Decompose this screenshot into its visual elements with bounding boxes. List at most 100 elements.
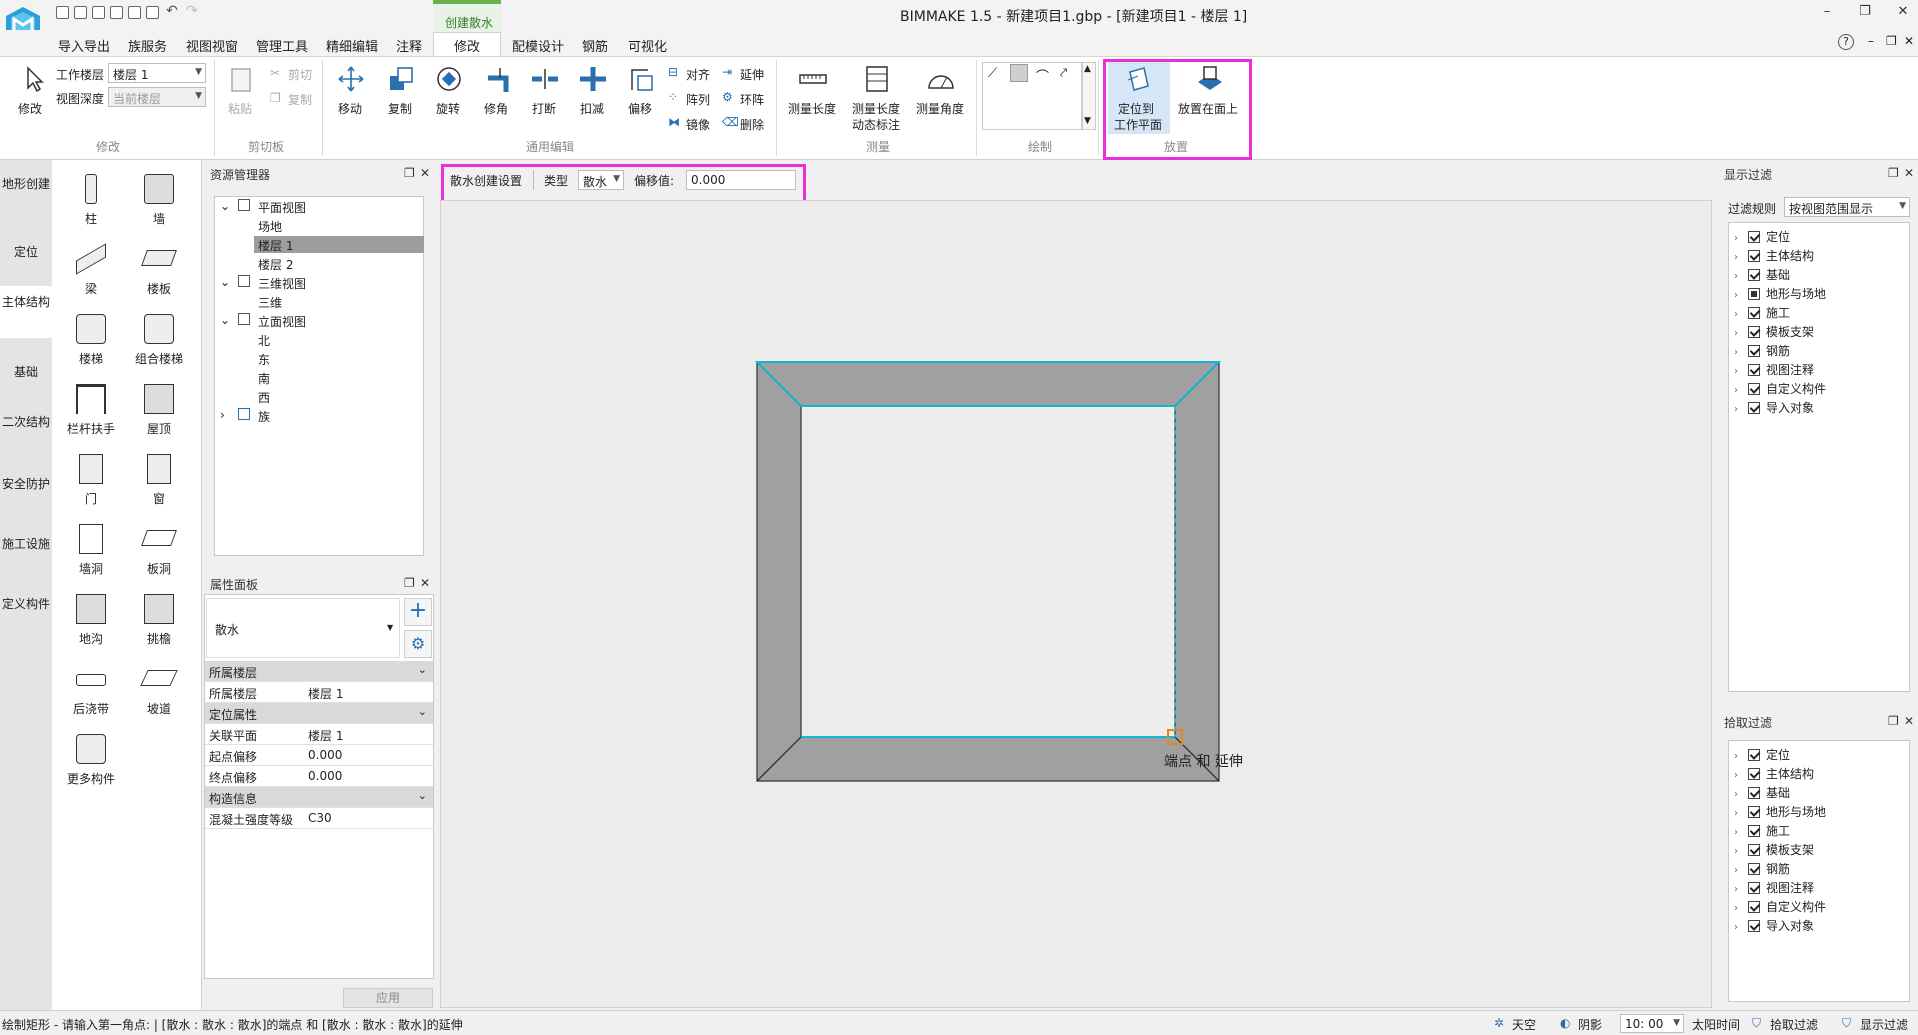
measure-angle-label[interactable]: 测量角度	[916, 100, 964, 117]
prop-row-end-offset[interactable]: 终点偏移 0.000	[205, 766, 433, 787]
pick-filter-toggle[interactable]: 拾取过滤	[1770, 1016, 1818, 1033]
trim-corner-icon[interactable]	[482, 64, 512, 94]
tab-custom-components[interactable]: 定义构件	[0, 594, 52, 638]
palette-wall[interactable]: 墙	[124, 174, 194, 227]
tab-secondary-structure[interactable]: 二次结构	[0, 412, 52, 456]
tree-node-family[interactable]: 族	[258, 408, 270, 425]
checkbox-icon[interactable]	[1748, 250, 1760, 262]
checkbox-icon[interactable]	[1748, 863, 1760, 875]
save-icon[interactable]	[92, 6, 105, 19]
tree-toggle-icon[interactable]: ⌄	[220, 313, 230, 327]
checkbox-icon[interactable]	[1748, 844, 1760, 856]
close-panel-icon[interactable]: ✕	[420, 576, 430, 590]
float-panel-icon[interactable]: ❐	[1888, 714, 1899, 728]
menu-family-service[interactable]: 族服务	[128, 36, 167, 55]
help-icon[interactable]: ?	[1838, 34, 1854, 50]
paste-icon[interactable]	[226, 64, 256, 94]
rectangle-icon[interactable]	[1010, 64, 1028, 82]
tree-node-west[interactable]: 西	[258, 389, 270, 406]
shadow-toggle[interactable]: 阴影	[1578, 1016, 1602, 1033]
measure-dynamic-label-1[interactable]: 测量长度	[852, 100, 900, 117]
measure-dynamic-label-2[interactable]: 动态标注	[852, 116, 900, 133]
display-filter-item[interactable]: › 模板支架	[1734, 323, 1814, 340]
palette-slab[interactable]: 楼板	[124, 244, 194, 297]
close-panel-icon[interactable]: ✕	[1904, 166, 1914, 180]
pick-filter-item[interactable]: › 自定义构件	[1734, 898, 1826, 915]
close-panel-icon[interactable]: ✕	[1904, 714, 1914, 728]
pick-filter-icon[interactable]: ⛉	[1752, 1016, 1761, 1031]
trim-corner-label[interactable]: 修角	[484, 100, 508, 117]
tree-node-floor-1[interactable]: 楼层 1	[258, 237, 293, 254]
display-filter-item[interactable]: › 定位	[1734, 228, 1790, 245]
tree-node-south[interactable]: 南	[258, 370, 270, 387]
sub-restore-button[interactable]: ❐	[1886, 34, 1897, 48]
tree-expand-icon[interactable]: ›	[220, 408, 225, 422]
checkbox-icon[interactable]	[1748, 269, 1760, 281]
measure-length-icon[interactable]	[798, 64, 828, 94]
align-icon[interactable]: ⊟	[668, 65, 678, 79]
pick-filter-item[interactable]: › 模板支架	[1734, 841, 1814, 858]
ring-array-label[interactable]: 环阵	[740, 91, 764, 108]
checkbox-icon[interactable]	[1748, 749, 1760, 761]
checkbox-icon[interactable]	[1748, 231, 1760, 243]
menu-rebar[interactable]: 钢筋	[582, 36, 608, 55]
prop-row-floor[interactable]: 所属楼层 楼层 1	[205, 682, 433, 703]
float-panel-icon[interactable]: ❐	[1888, 166, 1899, 180]
sky-icon[interactable]: ✲	[1494, 1016, 1504, 1030]
prop-row-plane[interactable]: 关联平面 楼层 1	[205, 724, 433, 745]
pick-filter-item[interactable]: › 施工	[1734, 822, 1790, 839]
minimize-button[interactable]: –	[1812, 4, 1842, 19]
tab-main-structure[interactable]: 主体结构	[0, 286, 52, 338]
tree-node-3d-view[interactable]: 三维视图	[258, 275, 306, 292]
tree-node-3d[interactable]: 三维	[258, 294, 282, 311]
tab-safety[interactable]: 安全防护	[0, 474, 52, 518]
prop-section-position[interactable]: 定位属性 ⌄	[205, 703, 433, 724]
display-filter-toggle[interactable]: 显示过滤	[1860, 1016, 1908, 1033]
pick-filter-item[interactable]: › 基础	[1734, 784, 1790, 801]
checkbox-icon[interactable]	[1748, 326, 1760, 338]
display-filter-item[interactable]: › 施工	[1734, 304, 1790, 321]
prop-row-concrete-grade[interactable]: 混凝土强度等级 C30	[205, 808, 433, 829]
close-panel-icon[interactable]: ✕	[420, 166, 430, 180]
menu-visualize[interactable]: 可视化	[628, 36, 667, 55]
tree-node-site[interactable]: 场地	[258, 218, 282, 235]
palette-trench[interactable]: 地沟	[56, 594, 126, 647]
delete-label[interactable]: 删除	[740, 116, 764, 133]
filter-rule-select[interactable]: 按视图范围显示 ▼	[1784, 197, 1910, 217]
palette-stairs[interactable]: 楼梯	[56, 314, 126, 367]
checkbox-icon[interactable]	[1748, 882, 1760, 894]
break-label[interactable]: 打断	[532, 100, 556, 117]
rotate-icon[interactable]	[434, 64, 464, 94]
menu-fine-edit[interactable]: 精细编辑	[326, 36, 378, 55]
display-filter-item[interactable]: › 视图注释	[1734, 361, 1814, 378]
cut-icon[interactable]: ✂	[270, 66, 280, 80]
checkbox-icon[interactable]	[1748, 901, 1760, 913]
checkbox-icon[interactable]	[1748, 806, 1760, 818]
tree-node-floor-2[interactable]: 楼层 2	[258, 256, 293, 273]
pick-filter-item[interactable]: › 钢筋	[1734, 860, 1790, 877]
extend-label[interactable]: 延伸	[740, 66, 764, 83]
ring-array-icon[interactable]: ⚙	[722, 90, 733, 104]
copy-page-icon[interactable]	[146, 6, 159, 19]
restore-button[interactable]: ❐	[1850, 4, 1880, 19]
float-panel-icon[interactable]: ❐	[404, 576, 415, 590]
palette-roof[interactable]: 屋顶	[124, 384, 194, 437]
checkbox-icon[interactable]	[1748, 364, 1760, 376]
measure-length-label[interactable]: 测量长度	[788, 100, 836, 117]
undo-icon[interactable]: ↶	[166, 3, 178, 19]
drawing-canvas[interactable]: 端点 和 延伸	[440, 200, 1712, 1008]
save-as-icon[interactable]	[110, 6, 123, 19]
checkbox-icon[interactable]	[1748, 288, 1760, 300]
rotate-label[interactable]: 旋转	[436, 100, 460, 117]
copy-small-icon[interactable]: ❐	[270, 91, 281, 105]
display-filter-icon[interactable]: ⛉	[1842, 1016, 1851, 1031]
break-icon[interactable]	[530, 64, 560, 94]
tab-construction-facilities[interactable]: 施工设施	[0, 534, 52, 578]
prop-row-start-offset[interactable]: 起点偏移 0.000	[205, 745, 433, 766]
tab-terrain[interactable]: 地形创建	[0, 174, 52, 218]
apply-button[interactable]: 应用	[343, 988, 433, 1008]
tab-foundation[interactable]: 基础	[0, 358, 52, 386]
menu-formwork-design[interactable]: 配模设计	[512, 36, 564, 55]
open-file-icon[interactable]	[74, 6, 87, 19]
delete-icon[interactable]: ⌫	[722, 115, 739, 129]
